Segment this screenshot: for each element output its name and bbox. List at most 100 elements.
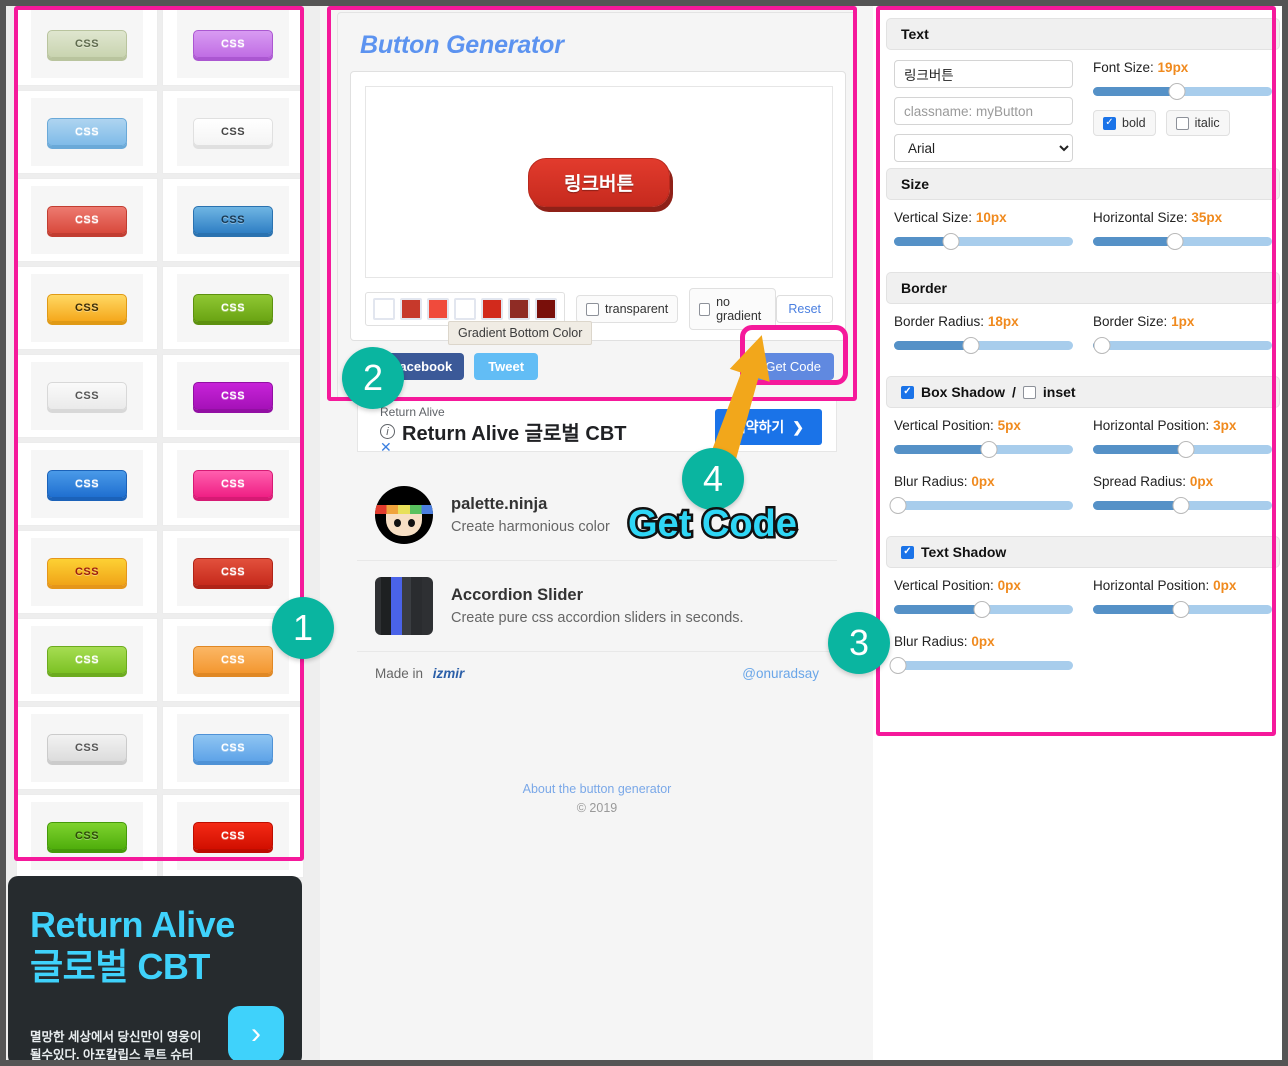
gallery-item[interactable]: CSS xyxy=(16,706,158,790)
inset-checkbox[interactable] xyxy=(1022,385,1036,399)
box-shadow-blur-slider[interactable] xyxy=(889,497,1073,514)
box-shadow-horizontal-slider[interactable] xyxy=(1093,441,1272,458)
font-size-slider[interactable] xyxy=(1093,83,1272,100)
section-header-text: Text xyxy=(886,18,1280,50)
css-demo-button[interactable]: CSS xyxy=(193,294,273,322)
swatch-box-shadow-color[interactable] xyxy=(508,298,530,320)
italic-checkbox[interactable]: italic xyxy=(1165,110,1230,136)
section-title: Border xyxy=(901,280,947,296)
gallery-item[interactable]: CSS xyxy=(16,794,158,878)
ad-cta-label: 예약하기 xyxy=(732,419,785,435)
css-demo-button[interactable]: CSS xyxy=(47,734,127,762)
window-frame-right xyxy=(1282,0,1288,1066)
copyright-text: © 2019 xyxy=(576,801,618,815)
css-demo-button[interactable]: CSS xyxy=(47,294,127,322)
font-family-select[interactable]: ArialVerdanaGeorgiaTahomaCourier New xyxy=(894,134,1073,162)
box-shadow-vertical-slider[interactable] xyxy=(894,441,1073,458)
no-gradient-checkbox[interactable]: no gradient xyxy=(689,288,777,330)
generated-button-preview[interactable]: 링크버튼 xyxy=(528,157,670,207)
css-demo-button[interactable]: CSS xyxy=(47,206,127,234)
gallery-item[interactable]: CSS xyxy=(16,178,158,262)
css-demo-button[interactable]: CSS xyxy=(193,118,273,146)
css-demo-button[interactable]: CSS xyxy=(47,118,127,146)
info-icon[interactable]: i xyxy=(380,424,395,439)
author-handle-link[interactable]: @onuradsay xyxy=(742,666,819,681)
gallery-item[interactable]: CSS xyxy=(16,266,158,350)
gallery-item[interactable]: CSS xyxy=(162,354,304,438)
transparent-checkbox[interactable]: transparent xyxy=(576,295,679,323)
chevron-right-icon[interactable]: › xyxy=(228,1006,284,1062)
gallery-item[interactable]: CSS xyxy=(162,178,304,262)
vertical-size-slider[interactable] xyxy=(894,233,1073,250)
css-demo-button[interactable]: CSS xyxy=(47,822,127,850)
gallery-item[interactable]: CSS xyxy=(16,442,158,526)
css-demo-button[interactable]: CSS xyxy=(193,822,273,850)
center-ad-banner[interactable]: Return Alive i Return Alive 글로벌 CBT ✕ 예약… xyxy=(357,400,837,455)
border-radius-slider[interactable] xyxy=(894,337,1073,354)
section-header-border: Border xyxy=(886,272,1280,304)
reset-button[interactable]: Reset xyxy=(776,295,833,323)
css-demo-button[interactable]: CSS xyxy=(47,470,127,498)
swatch-gradient-top-color[interactable] xyxy=(427,298,449,320)
button-text-input[interactable] xyxy=(894,60,1073,88)
css-demo-button[interactable]: CSS xyxy=(193,734,273,762)
bold-label: bold xyxy=(1122,116,1146,130)
swatch-background-top-color[interactable] xyxy=(400,298,422,320)
gallery-item[interactable]: CSS xyxy=(162,2,304,86)
left-sidebar-ad[interactable]: Return Alive 글로벌 CBT 멸망한 세상에서 당신만이 영웅이 될… xyxy=(8,876,302,1066)
bold-checkbox[interactable]: bold xyxy=(1093,110,1156,136)
gallery-item[interactable]: CSS xyxy=(162,794,304,878)
css-demo-button[interactable]: CSS xyxy=(193,206,273,234)
gallery-item[interactable]: CSS xyxy=(162,266,304,350)
ad-headline-text: Return Alive 글로벌 CBT xyxy=(402,423,627,445)
text-shadow-blur-slider[interactable] xyxy=(889,657,1073,674)
close-icon[interactable]: ✕ xyxy=(380,439,392,456)
swatch-border-color[interactable] xyxy=(481,298,503,320)
text-shadow-horizontal-slider[interactable] xyxy=(1093,601,1272,618)
izmir-logo: izmir xyxy=(432,666,465,681)
section-title: Text xyxy=(901,26,929,42)
separator: / xyxy=(1012,384,1016,400)
ninja-icon xyxy=(375,486,433,544)
css-demo-button[interactable]: CSS xyxy=(47,558,127,586)
color-controls-row: transparent no gradient Reset xyxy=(365,288,833,330)
gallery-item[interactable]: CSS xyxy=(16,354,158,438)
swatch-text-shadow-color[interactable] xyxy=(454,298,476,320)
border-size-slider[interactable] xyxy=(1093,337,1272,354)
css-demo-button[interactable]: CSS xyxy=(47,382,127,410)
gallery-item[interactable]: CSS xyxy=(16,618,158,702)
gallery-item[interactable]: CSS xyxy=(162,442,304,526)
box-shadow-horizontal-label: Horizontal Position: 3px xyxy=(1093,418,1237,433)
section-header-text-shadow: Text Shadow xyxy=(886,536,1280,568)
gallery-item[interactable]: CSS xyxy=(16,90,158,174)
window-frame-top xyxy=(0,0,1288,6)
swatch-gradient-bottom-color[interactable] xyxy=(535,298,557,320)
gallery-item-preview: CSS xyxy=(31,186,143,254)
box-shadow-spread-slider[interactable] xyxy=(1093,497,1272,514)
css-demo-button[interactable]: CSS xyxy=(47,30,127,58)
list-item[interactable]: Accordion Slider Create pure css accordi… xyxy=(357,561,837,652)
css-demo-button[interactable]: CSS xyxy=(193,558,273,586)
gallery-item[interactable]: CSS xyxy=(16,530,158,614)
gallery-item[interactable]: CSS xyxy=(162,530,304,614)
checkbox-box-icon xyxy=(699,302,711,316)
section-title: Box Shadow xyxy=(921,384,1006,400)
css-demo-button[interactable]: CSS xyxy=(193,646,273,674)
gallery-item[interactable]: CSS xyxy=(162,90,304,174)
tweet-button[interactable]: Tweet xyxy=(474,353,539,380)
ad-cta-button[interactable]: 예약하기 ❯ xyxy=(714,409,822,445)
gallery-item[interactable]: CSS xyxy=(162,706,304,790)
text-shadow-vertical-slider[interactable] xyxy=(894,601,1073,618)
about-link[interactable]: About the button generator xyxy=(357,782,837,796)
swatch-text-color[interactable] xyxy=(373,298,395,320)
gallery-item[interactable]: CSS xyxy=(16,2,158,86)
horizontal-size-slider[interactable] xyxy=(1093,233,1272,250)
box-shadow-checkbox[interactable] xyxy=(901,385,914,399)
text-shadow-checkbox[interactable] xyxy=(901,545,914,559)
css-demo-button[interactable]: CSS xyxy=(193,470,273,498)
css-demo-button[interactable]: CSS xyxy=(193,30,273,58)
css-demo-button[interactable]: CSS xyxy=(193,382,273,410)
get-code-button[interactable]: Get Code xyxy=(752,353,834,380)
css-demo-button[interactable]: CSS xyxy=(47,646,127,674)
classname-input[interactable] xyxy=(894,97,1073,125)
